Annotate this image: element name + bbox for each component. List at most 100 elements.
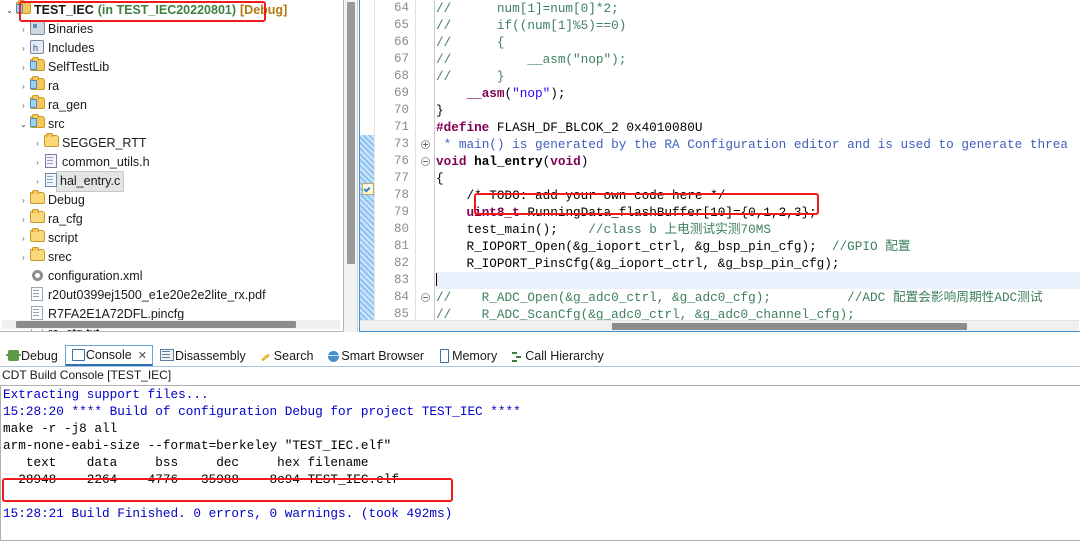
project-icon: [15, 0, 31, 14]
view-tab-bar[interactable]: Debug Console ✕ Disassembly Search Smart Brow…: [0, 345, 1080, 367]
console-line: text data bss dec hex filename: [3, 455, 369, 470]
code-line[interactable]: __asm("nop");: [436, 85, 1080, 102]
tree-expand-arrow[interactable]: ›: [18, 58, 29, 77]
editor-horizontal-scrollbar[interactable]: [360, 320, 1079, 331]
source-folder-icon: [29, 76, 45, 90]
tree-expand-arrow[interactable]: ›: [18, 191, 29, 210]
line-number: 81: [393, 239, 409, 253]
code-line[interactable]: // }: [436, 68, 1080, 85]
tree-expand-arrow[interactable]: ⌄: [18, 115, 29, 134]
code-line[interactable]: [436, 272, 1080, 289]
code-line[interactable]: // __asm("nop");: [436, 51, 1080, 68]
header-file-icon: [45, 154, 57, 168]
console-line: Extracting support files...: [3, 387, 209, 402]
tab-label: Smart Browser: [341, 348, 425, 363]
tree-item-ra-cfg[interactable]: › ra_cfg: [0, 209, 342, 229]
tree-expand-arrow[interactable]: ⌄: [4, 1, 15, 20]
tree-item-configuration-xml[interactable]: configuration.xml: [0, 267, 342, 286]
fold-toggle-plus[interactable]: [421, 140, 430, 149]
line-number: 73: [393, 137, 409, 151]
line-number: 83: [393, 273, 409, 287]
project-tree[interactable]: ⌄ TEST_IEC (in TEST_IEC20220801) [Debug] › Bi…: [0, 0, 342, 331]
code-line[interactable]: * main() is generated by the RA Configur…: [436, 136, 1080, 153]
tab-disassembly[interactable]: Disassembly: [154, 346, 252, 365]
tree-expand-arrow[interactable]: ›: [18, 77, 29, 96]
tree-item-label: SEGGER_RTT: [62, 136, 147, 150]
tab-call-hierarchy[interactable]: Call Hierarchy: [504, 346, 610, 365]
line-number-ruler: 6465666768697071737677787980818283848586…: [375, 0, 416, 331]
code-line[interactable]: }: [436, 102, 1080, 119]
tree-item-label: TEST_IEC: [34, 3, 94, 17]
tree-item-ra[interactable]: › ra: [0, 76, 342, 96]
fold-toggle-minus[interactable]: [421, 157, 430, 166]
code-line[interactable]: // if((num[1]%5)==0): [436, 17, 1080, 34]
tree-expand-arrow[interactable]: ›: [18, 96, 29, 115]
tab-memory[interactable]: Memory: [431, 346, 503, 365]
tree-item-binaries[interactable]: › Binaries: [0, 20, 342, 39]
binaries-icon: [29, 21, 45, 35]
tree-item-src[interactable]: ⌄ src: [0, 114, 342, 134]
code-line[interactable]: void hal_entry(void): [436, 153, 1080, 170]
line-number: 82: [393, 256, 409, 270]
tree-item-label: Debug: [48, 193, 85, 207]
tree-item-segger-rtt[interactable]: › SEGGER_RTT: [0, 133, 342, 153]
line-number: 71: [393, 120, 409, 134]
tree-item-ra-gen[interactable]: › ra_gen: [0, 95, 342, 115]
explorer-horizontal-scrollbar[interactable]: [2, 320, 340, 329]
tree-expand-arrow[interactable]: ›: [32, 134, 43, 153]
code-line[interactable]: // num[1]=num[0]*2;: [436, 0, 1080, 17]
source-folder-icon: [29, 95, 45, 109]
tree-item-common-utils-h[interactable]: › common_utils.h: [0, 153, 342, 172]
tree-expand-arrow[interactable]: ›: [18, 20, 29, 39]
tab-debug[interactable]: Debug: [0, 346, 64, 365]
explorer-vertical-scrollbar[interactable]: [344, 0, 358, 332]
console-line: arm-none-eabi-size --format=berkeley "TE…: [3, 438, 392, 453]
tree-expand-arrow[interactable]: ›: [18, 229, 29, 248]
tree-item-includes[interactable]: › Includes: [0, 39, 342, 58]
code-line[interactable]: {: [436, 170, 1080, 187]
tab-search[interactable]: Search: [253, 346, 320, 365]
editor-marker-column[interactable]: [360, 0, 375, 331]
code-line[interactable]: uint8_t RunningData_flashBuffer[10]={0,1…: [436, 204, 1080, 221]
tree-item-r20ut0399ej1500-e1e20e2e2lite-rx-pdf[interactable]: r20ut0399ej1500_e1e20e2e2lite_rx.pdf: [0, 286, 342, 305]
text-caret: [436, 273, 437, 286]
tab-label: Search: [273, 348, 314, 363]
tree-item-hal-entry-c[interactable]: › hal_entry.c: [0, 171, 342, 192]
code-line[interactable]: // R_ADC_Open(&g_adc0_ctrl, &g_adc0_cfg)…: [436, 289, 1080, 306]
tab-console[interactable]: Console ✕: [64, 345, 153, 366]
tree-expand-arrow[interactable]: ›: [18, 39, 29, 58]
tree-expand-arrow[interactable]: ›: [18, 248, 29, 267]
folder-icon: [29, 209, 45, 223]
code-line[interactable]: R_IOPORT_PinsCfg(&g_ioport_ctrl, &g_bsp_…: [436, 255, 1080, 272]
code-line[interactable]: #define FLASH_DF_BLCOK_2 0x4010080U: [436, 119, 1080, 136]
project-explorer-panel[interactable]: ⌄ TEST_IEC (in TEST_IEC20220801) [Debug] › Bi…: [0, 0, 344, 332]
code-line[interactable]: test_main(); //class b 上电测试实测70MS: [436, 221, 1080, 238]
bookmark-marker-icon[interactable]: [362, 183, 374, 195]
code-line[interactable]: R_IOPORT_Open(&g_ioport_ctrl, &g_bsp_pin…: [436, 238, 1080, 255]
fold-toggle-minus[interactable]: [421, 293, 430, 302]
tree-item-test-iec[interactable]: ⌄ TEST_IEC (in TEST_IEC20220801) [Debug]: [0, 0, 342, 20]
tree-item-script[interactable]: › script: [0, 228, 342, 248]
tree-item-label: common_utils.h: [62, 155, 150, 169]
tree-item-srec[interactable]: › srec: [0, 247, 342, 267]
console-output[interactable]: Extracting support files... 15:28:20 ****…: [0, 385, 1080, 541]
tree-item-debug[interactable]: › Debug: [0, 190, 342, 210]
code-line[interactable]: /* TODO: add your own code here */: [436, 187, 1080, 204]
tree-expand-arrow[interactable]: ›: [18, 210, 29, 229]
line-number: 76: [393, 154, 409, 168]
code-folding-column[interactable]: [417, 0, 435, 331]
tree-item-label: hal_entry.c: [56, 171, 125, 192]
line-number: 66: [393, 35, 409, 49]
tree-item-selftestlib[interactable]: › SelfTestLib: [0, 57, 342, 77]
tab-label: Memory: [452, 348, 498, 363]
tab-smart-browser[interactable]: Smart Browser: [320, 346, 430, 365]
close-icon[interactable]: ✕: [138, 349, 147, 362]
tree-item-label: r20ut0399ej1500_e1e20e2e2lite_rx.pdf: [48, 288, 266, 302]
code-text-area[interactable]: // num[1]=num[0]*2;// if((num[1]%5)==0) /…: [436, 0, 1080, 331]
tree-expand-arrow[interactable]: ›: [32, 153, 43, 172]
code-editor-panel[interactable]: 6465666768697071737677787980818283848586…: [359, 0, 1080, 332]
tree-item-label: Includes: [48, 41, 95, 55]
tree-expand-arrow[interactable]: ›: [32, 172, 43, 191]
code-line[interactable]: // {: [436, 34, 1080, 51]
